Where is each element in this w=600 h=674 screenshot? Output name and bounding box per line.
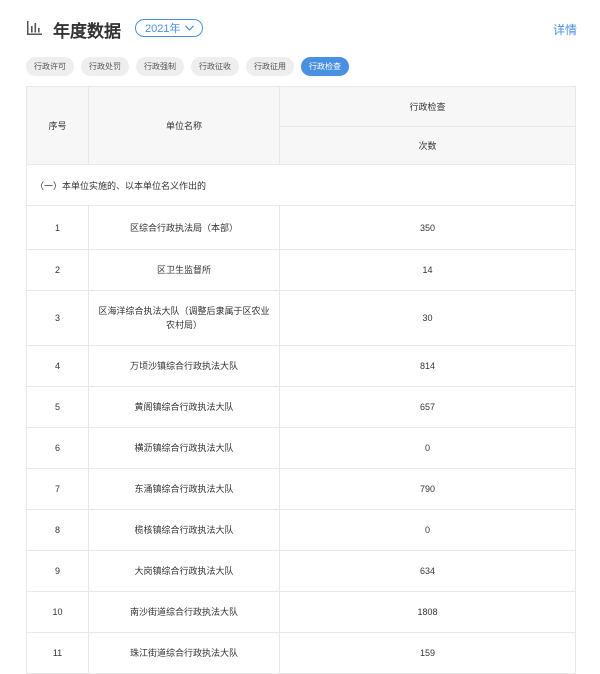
tab-levy[interactable]: 行政征收 xyxy=(191,57,239,76)
row-unit-name: 区卫生监督所 xyxy=(88,249,280,291)
row-number: 7 xyxy=(26,468,89,510)
table-row: 10 南沙街道综合行政执法大队 1808 xyxy=(26,591,576,633)
row-number: 10 xyxy=(26,591,89,633)
header-unit-name: 单位名称 xyxy=(88,86,280,165)
table-row: 4 万顷沙镇综合行政执法大队 814 xyxy=(26,345,576,387)
header-count: 次数 xyxy=(279,126,576,165)
row-count: 0 xyxy=(279,509,576,551)
bar-chart-icon xyxy=(27,21,42,35)
row-unit-name: 区海洋综合执法大队（调整后隶属于区农业农村局） xyxy=(88,290,280,346)
row-count: 634 xyxy=(279,550,576,592)
row-number: 5 xyxy=(26,386,89,428)
table-row: 8 榄核镇综合行政执法大队 0 xyxy=(26,509,576,551)
row-unit-name: 区综合行政执法局（本部） xyxy=(88,205,280,250)
row-unit-name: 南沙街道综合行政执法大队 xyxy=(88,591,280,633)
row-count: 159 xyxy=(279,632,576,674)
table-row: 5 黄阁镇综合行政执法大队 657 xyxy=(26,386,576,428)
row-unit-name: 黄阁镇综合行政执法大队 xyxy=(88,386,280,428)
row-count: 350 xyxy=(279,205,576,250)
tab-enforcement[interactable]: 行政强制 xyxy=(136,57,184,76)
table-row: 7 东涌镇综合行政执法大队 790 xyxy=(26,468,576,510)
row-count: 14 xyxy=(279,249,576,291)
row-count: 657 xyxy=(279,386,576,428)
tab-penalty[interactable]: 行政处罚 xyxy=(81,57,129,76)
row-number: 8 xyxy=(26,509,89,551)
row-unit-name: 东涌镇综合行政执法大队 xyxy=(88,468,280,510)
header-inspection: 行政检查 xyxy=(279,86,576,127)
year-dropdown[interactable]: 2021年 xyxy=(135,19,204,37)
row-unit-name: 横沥镇综合行政执法大队 xyxy=(88,427,280,469)
row-number: 3 xyxy=(26,290,89,346)
header-serial-no: 序号 xyxy=(26,86,89,165)
row-count: 814 xyxy=(279,345,576,387)
row-number: 6 xyxy=(26,427,89,469)
tab-license[interactable]: 行政许可 xyxy=(26,57,74,76)
row-unit-name: 珠江街道综合行政执法大队 xyxy=(88,632,280,674)
data-table-container: 序号 单位名称 行政检查 次数 （一）本单位实施的、以本单位名义作出的 1 区综… xyxy=(26,86,576,674)
category-tabs: 行政许可 行政处罚 行政强制 行政征收 行政征用 行政检查 xyxy=(26,57,356,76)
year-dropdown-value: 2021年 xyxy=(145,23,181,35)
table-row: 11 珠江街道综合行政执法大队 159 xyxy=(26,632,576,674)
table-row: 3 区海洋综合执法大队（调整后隶属于区农业农村局） 30 xyxy=(26,290,576,346)
row-number: 2 xyxy=(26,249,89,291)
row-count: 1808 xyxy=(279,591,576,633)
row-unit-name: 万顷沙镇综合行政执法大队 xyxy=(88,345,280,387)
row-unit-name: 榄核镇综合行政执法大队 xyxy=(88,509,280,551)
row-number: 1 xyxy=(26,205,89,250)
row-count: 0 xyxy=(279,427,576,469)
page-header: 年度数据 2021年 详情 xyxy=(0,0,600,56)
chevron-down-icon xyxy=(185,25,195,31)
page-title: 年度数据 xyxy=(53,22,121,41)
table-row: 2 区卫生监督所 14 xyxy=(26,249,576,291)
row-count: 790 xyxy=(279,468,576,510)
table-row: 6 横沥镇综合行政执法大队 0 xyxy=(26,427,576,469)
row-number: 4 xyxy=(26,345,89,387)
row-unit-name: 大岗镇综合行政执法大队 xyxy=(88,550,280,592)
row-number: 9 xyxy=(26,550,89,592)
detail-link[interactable]: 详情 xyxy=(553,21,577,38)
row-number: 11 xyxy=(26,632,89,674)
data-table: 序号 单位名称 行政检查 次数 （一）本单位实施的、以本单位名义作出的 1 区综… xyxy=(26,86,576,674)
tab-inspection[interactable]: 行政检查 xyxy=(301,57,349,76)
table-row: 9 大岗镇综合行政执法大队 634 xyxy=(26,550,576,592)
section-title: （一）本单位实施的、以本单位名义作出的 xyxy=(26,164,576,206)
tab-requisition[interactable]: 行政征用 xyxy=(246,57,294,76)
row-count: 30 xyxy=(279,290,576,346)
table-row: 1 区综合行政执法局（本部） 350 xyxy=(26,205,576,250)
